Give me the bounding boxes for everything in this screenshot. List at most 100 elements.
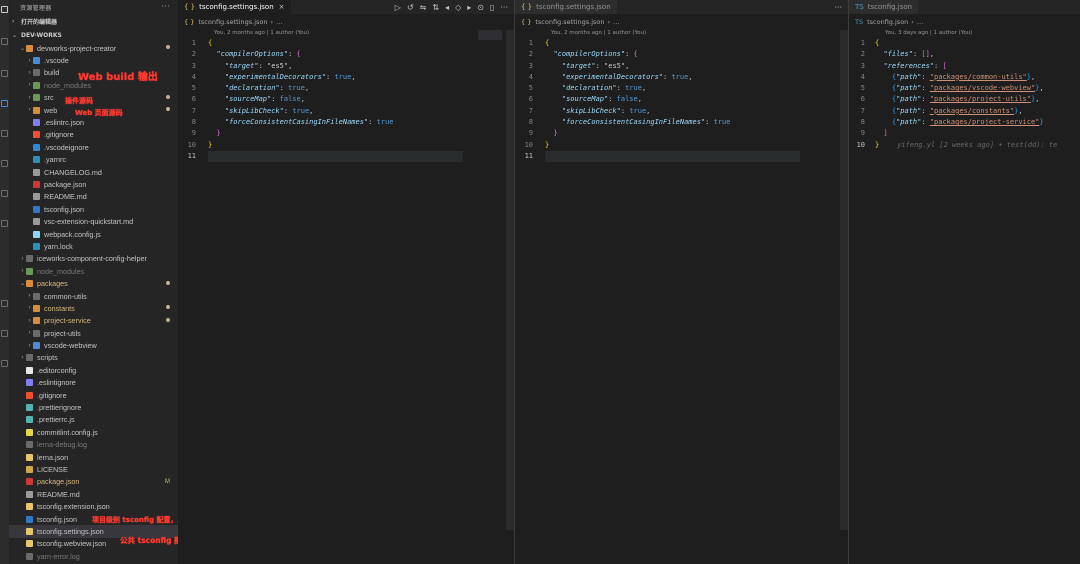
code-line[interactable]: 4 {"path": "packages/common-utils"}, [849, 72, 1080, 83]
run-debug-icon[interactable] [1, 100, 8, 107]
breadcrumb-file[interactable]: tsconfig.settings.json [535, 18, 604, 26]
code-line[interactable]: 10} [178, 140, 514, 151]
history-icon[interactable]: ↺ [407, 3, 414, 12]
codelens-blame[interactable]: You, 2 months ago | 1 author (You) [178, 29, 514, 38]
search-icon[interactable] [1, 38, 8, 45]
scrollbar[interactable] [506, 30, 514, 530]
git-compare-icon[interactable]: ⇅ [432, 3, 439, 12]
file-item[interactable]: package.json [9, 178, 178, 190]
breadcrumb-more[interactable]: … [917, 18, 924, 26]
file-item[interactable]: .vscodeignore [9, 141, 178, 153]
code-line[interactable]: 9 } [178, 128, 514, 139]
codelens-blame[interactable]: You, 3 days ago | 1 author (You) [849, 29, 1080, 38]
remote-icon[interactable] [1, 160, 8, 167]
folder-item[interactable]: ⌄ devworks-project-creator [9, 42, 178, 54]
codelens-blame[interactable]: You, 2 months ago | 1 author (You) [515, 29, 848, 38]
tab-tsconfig[interactable]: TS tsconfig.json [849, 0, 920, 14]
tab-tsconfig-settings[interactable]: { } tsconfig.settings.json [515, 0, 618, 14]
file-item[interactable]: package.json M [9, 476, 178, 488]
open-changes-icon[interactable]: ◇ [455, 3, 461, 12]
file-item[interactable]: commitlint.config.js [9, 426, 178, 438]
file-item[interactable]: LICENSE [9, 463, 178, 475]
file-item[interactable]: .prettierrc.js [9, 414, 178, 426]
file-item[interactable]: yarn-error.log [9, 550, 178, 562]
breadcrumb-file[interactable]: tsconfig.json [867, 18, 908, 26]
file-item[interactable]: CHANGELOG.md [9, 166, 178, 178]
code-line[interactable]: 1{ [849, 38, 1080, 49]
file-item[interactable]: lerna-debug.log [9, 439, 178, 451]
accounts-icon[interactable] [1, 300, 8, 307]
code-line[interactable]: 8 {"path": "packages/project-service"} [849, 117, 1080, 128]
breadcrumb-more[interactable]: … [276, 18, 283, 26]
code-editor[interactable]: 1{2 "compilerOptions": {3 "target": "es5… [515, 38, 848, 163]
code-line[interactable]: 11 [178, 150, 514, 163]
code-line[interactable]: 1{ [178, 38, 514, 49]
folder-item[interactable]: › .vscode [9, 54, 178, 66]
folder-item[interactable]: › project-utils [9, 327, 178, 339]
source-control-icon[interactable] [1, 70, 8, 77]
folder-item[interactable]: › common-utils [9, 290, 178, 302]
testing-icon[interactable] [1, 220, 8, 227]
code-line[interactable]: 5 {"path": "packages/vscode-webview"}, [849, 83, 1080, 94]
extensions-icon[interactable] [1, 130, 8, 137]
file-item[interactable]: .eslintignore [9, 377, 178, 389]
breadcrumb[interactable]: TS tsconfig.json › … [849, 14, 1080, 29]
folder-item[interactable]: › src [9, 92, 178, 104]
close-icon[interactable]: × [279, 3, 285, 11]
code-line[interactable]: 5 "declaration": true, [515, 83, 848, 94]
code-line[interactable]: 4 "experimentalDecorators": true, [178, 72, 514, 83]
more-actions-icon[interactable]: ··· [161, 2, 170, 11]
split-editor-icon[interactable]: ▯ [490, 3, 494, 12]
code-editor[interactable]: 1{2 "compilerOptions": {3 "target": "es5… [178, 38, 514, 163]
timeline-icon[interactable] [1, 190, 8, 197]
code-editor[interactable]: 1{2 "files": [], 3 "references": [4 {"pat… [849, 38, 1080, 151]
file-item[interactable]: .prettierignore [9, 401, 178, 413]
breadcrumb-more[interactable]: … [613, 18, 620, 26]
code-line[interactable]: 11 [515, 150, 848, 163]
code-line[interactable]: 7 "skipLibCheck": true, [515, 106, 848, 117]
more-actions-icon[interactable]: ··· [834, 3, 842, 12]
code-line[interactable]: 2 "compilerOptions": { [515, 49, 848, 60]
code-line[interactable]: 10} [515, 140, 848, 151]
file-item[interactable]: tsconfig.json [9, 203, 178, 215]
file-item[interactable]: lerna.json [9, 451, 178, 463]
code-line[interactable]: 8 "forceConsistentCasingInFileNames": tr… [515, 117, 848, 128]
next-change-icon[interactable]: ▸ [467, 3, 471, 12]
folder-item[interactable]: › vscode-webview [9, 339, 178, 351]
more-actions-icon[interactable]: ··· [500, 3, 508, 12]
breadcrumb-file[interactable]: tsconfig.settings.json [198, 18, 267, 26]
folder-item[interactable]: › constants [9, 302, 178, 314]
folder-item[interactable]: ⌄ packages [9, 277, 178, 289]
code-line[interactable]: 4 "experimentalDecorators": true, [515, 72, 848, 83]
folder-item[interactable]: › node_modules [9, 265, 178, 277]
file-item[interactable]: .gitignore [9, 129, 178, 141]
gitlens-icon[interactable]: ⊙ [477, 3, 484, 12]
minimap[interactable] [478, 30, 502, 40]
file-item[interactable]: .yarnrc [9, 154, 178, 166]
code-line[interactable]: 3 "references": [ [849, 61, 1080, 72]
code-line[interactable]: 1{ [515, 38, 848, 49]
code-line[interactable]: 6 "sourceMap": false, [178, 94, 514, 105]
code-line[interactable]: 2 "compilerOptions": { [178, 49, 514, 60]
file-item[interactable]: README.md [9, 488, 178, 500]
breadcrumb[interactable]: { } tsconfig.settings.json › … [178, 14, 514, 29]
code-line[interactable]: 2 "files": [], [849, 49, 1080, 60]
folder-item[interactable]: › scripts [9, 352, 178, 364]
breadcrumb[interactable]: { } tsconfig.settings.json › … [515, 14, 848, 29]
folder-item[interactable]: › iceworks-component-config-helper [9, 253, 178, 265]
tab-tsconfig-settings[interactable]: { } tsconfig.settings.json × [178, 0, 292, 14]
previous-change-icon[interactable]: ◂ [445, 3, 449, 12]
file-item[interactable]: yarn.lock [9, 240, 178, 252]
code-line[interactable]: 9 } [515, 128, 848, 139]
file-item[interactable]: README.md [9, 191, 178, 203]
folder-item[interactable]: › project-service [9, 315, 178, 327]
code-line[interactable]: 5 "declaration": true, [178, 83, 514, 94]
workspace-section[interactable]: ⌄ DEV-WORKS [9, 28, 178, 42]
run-icon[interactable]: ▷ [395, 3, 401, 12]
compare-icon[interactable]: ⇋ [420, 3, 427, 12]
open-editors-section[interactable]: › 打开的编辑器 [9, 14, 178, 28]
code-line[interactable]: 9 ] [849, 128, 1080, 139]
code-line[interactable]: 6 "sourceMap": false, [515, 94, 848, 105]
code-line[interactable]: 6 {"path": "packages/project-utils"}, [849, 94, 1080, 105]
code-line[interactable]: 7 {"path": "packages/constants"}, [849, 106, 1080, 117]
